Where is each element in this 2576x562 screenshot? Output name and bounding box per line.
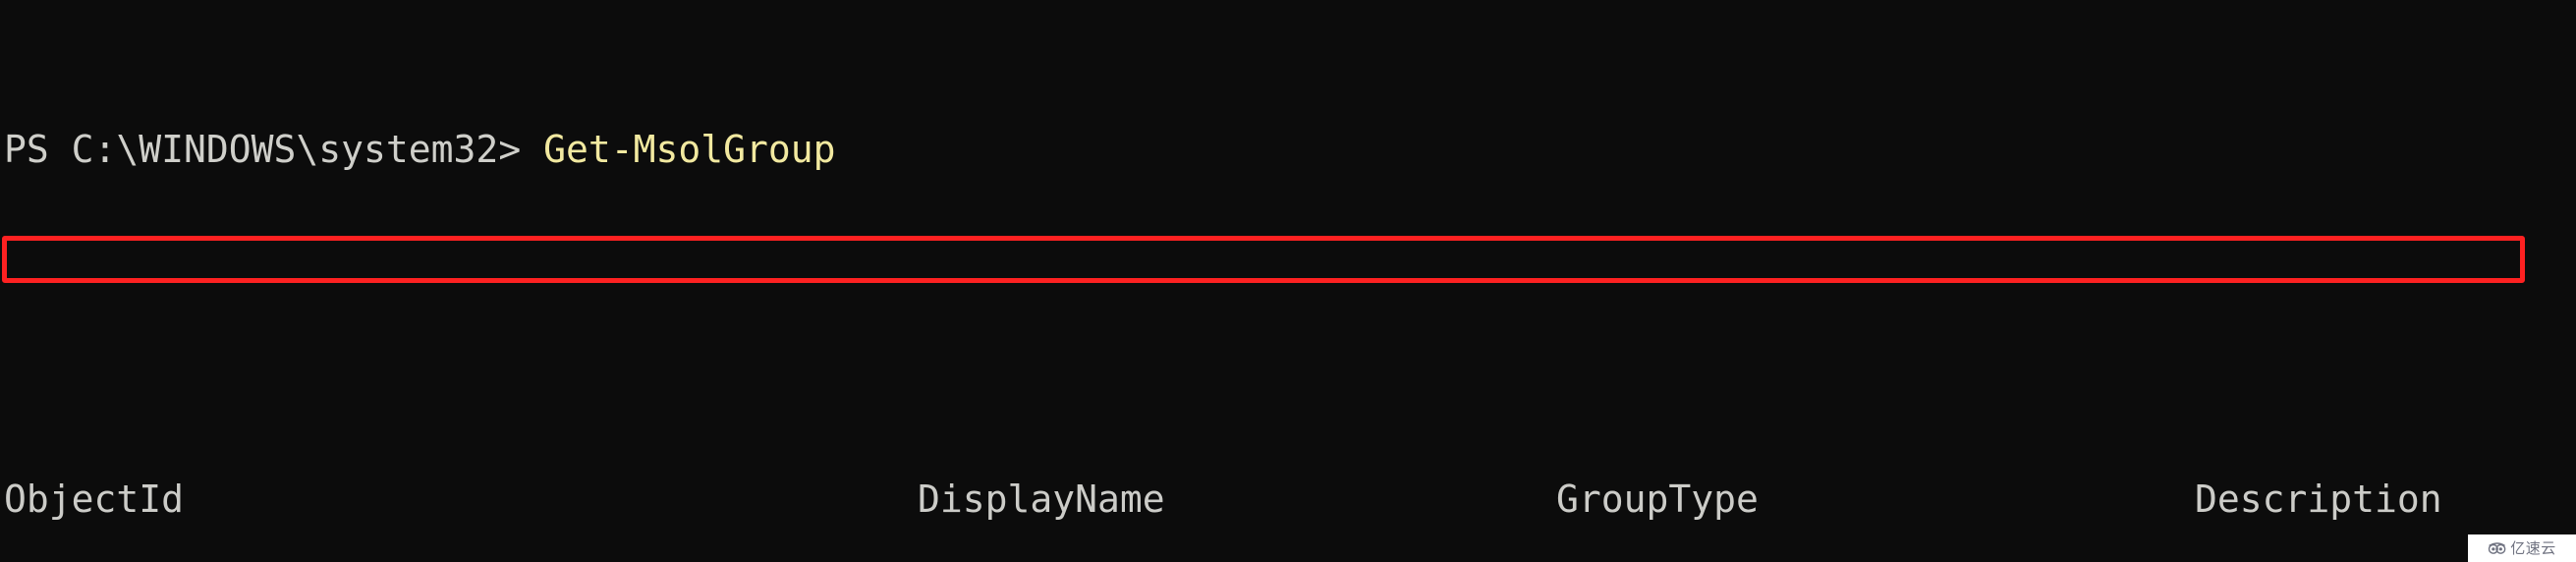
powershell-console-window[interactable]: PS C:\WINDOWS\system32> Get-MsolGroup Ob… <box>0 0 2576 562</box>
watermark: 亿速云 <box>2468 534 2576 562</box>
header-description: Description <box>2195 477 2442 521</box>
header-grouptype: GroupType <box>1556 477 1759 521</box>
command-text: Get-MsolGroup <box>543 127 836 171</box>
prompt-path: PS C:\WINDOWS\system32> <box>4 127 544 171</box>
header-displayname: DisplayName <box>918 477 1165 521</box>
header-objectid: ObjectId <box>4 477 185 521</box>
cloud-icon <box>2488 541 2507 555</box>
table-header-row: ObjectId DisplayName GroupType Description <box>4 478 2572 522</box>
command-prompt-line: PS C:\WINDOWS\system32> Get-MsolGroup <box>4 128 2572 172</box>
console-output: PS C:\WINDOWS\system32> Get-MsolGroup Ob… <box>4 0 2572 562</box>
watermark-label: 亿速云 <box>2510 538 2556 557</box>
